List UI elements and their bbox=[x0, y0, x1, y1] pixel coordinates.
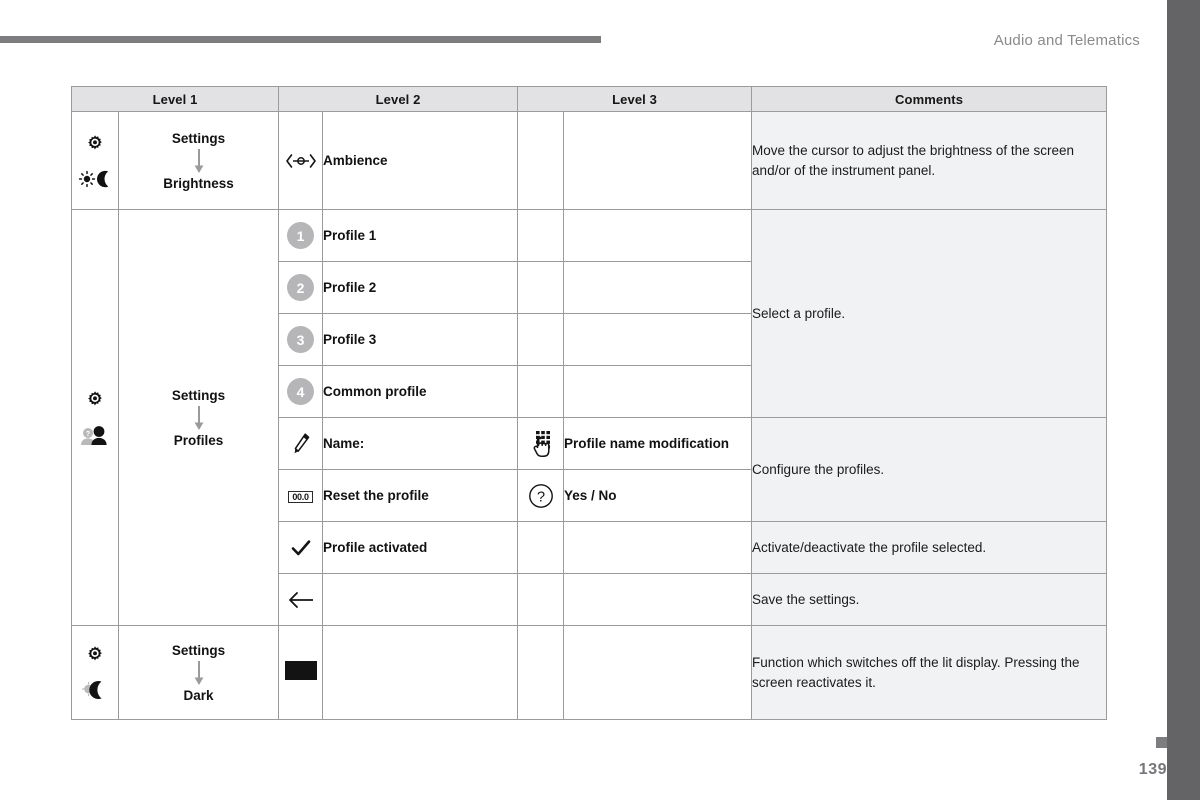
menu-step-dark: Dark bbox=[183, 687, 214, 703]
arrow-down-icon bbox=[192, 660, 206, 686]
level3-label-empty bbox=[563, 625, 753, 720]
header-title: Audio and Telematics bbox=[993, 32, 1140, 49]
header-row: Level 1 Level 2 Level 3 Comments bbox=[70, 86, 1108, 112]
level3-label-empty bbox=[563, 209, 753, 262]
level1-menu-path-brightness: Settings Brightness bbox=[117, 111, 280, 210]
pencil-icon bbox=[279, 432, 322, 456]
level2-icon-reset: 00.0 bbox=[278, 469, 324, 522]
level2-icon-profile-activated bbox=[278, 521, 324, 574]
level2-icon-profile-1: 1 bbox=[278, 209, 324, 262]
level1-icons-dark bbox=[71, 625, 119, 720]
menu-step-brightness: Brightness bbox=[163, 175, 234, 191]
level3-icon-empty bbox=[517, 521, 565, 574]
level3-icon-question: ? bbox=[517, 469, 565, 522]
level2-label-profile-2: Profile 2 bbox=[322, 261, 519, 314]
level2-label-name: Name: bbox=[322, 417, 519, 470]
menu-step-profiles: Profiles bbox=[173, 432, 224, 448]
comment-activate-deactivate: Activate/deactivate the profile selected… bbox=[751, 521, 1108, 574]
level3-icon-empty bbox=[517, 261, 565, 314]
level2-icon-profile-3: 3 bbox=[278, 313, 324, 366]
level3-label-profile-name-modification: Profile name modification bbox=[563, 417, 753, 470]
level2-label-empty bbox=[322, 625, 519, 720]
level3-icon-empty bbox=[517, 365, 565, 418]
column-header-level3: Level 3 bbox=[517, 86, 753, 112]
settings-reference-table: Level 1 Level 2 Level 3 Comments Setting… bbox=[70, 86, 1108, 720]
comment-select-profile: Select a profile. bbox=[751, 209, 1108, 418]
badge-3-icon: 3 bbox=[287, 326, 315, 353]
arrow-down-icon bbox=[192, 148, 206, 174]
header-rule bbox=[0, 36, 601, 43]
page-edge-bar bbox=[1167, 0, 1200, 800]
sun-moon-icon bbox=[78, 168, 112, 188]
column-header-comments: Comments bbox=[751, 86, 1108, 112]
back-arrow-icon bbox=[279, 589, 322, 611]
comment-brightness: Move the cursor to adjust the brightness… bbox=[751, 111, 1108, 210]
column-header-level1: Level 1 bbox=[70, 86, 280, 112]
svg-text:?: ? bbox=[86, 431, 90, 438]
svg-text:?: ? bbox=[536, 489, 544, 505]
menu-step-settings: Settings bbox=[171, 387, 226, 403]
level3-label-yes-no: Yes / No bbox=[563, 469, 753, 522]
badge-2-icon: 2 bbox=[287, 274, 315, 301]
level2-label-profile-1: Profile 1 bbox=[322, 209, 519, 262]
comment-configure-profiles: Configure the profiles. bbox=[751, 417, 1108, 522]
menu-step-settings: Settings bbox=[171, 130, 226, 146]
level3-icon-empty bbox=[517, 625, 565, 720]
badge-4-icon: 4 bbox=[287, 378, 315, 405]
level3-label-empty bbox=[563, 111, 753, 210]
keypad-hand-icon bbox=[518, 429, 563, 459]
level3-label-empty bbox=[563, 521, 753, 574]
level1-icons-brightness bbox=[71, 111, 119, 210]
comment-save-settings: Save the settings. bbox=[751, 573, 1108, 626]
profiles-person-icon: ? bbox=[79, 424, 111, 446]
cursor-adjust-icon bbox=[279, 152, 322, 170]
column-header-level2: Level 2 bbox=[278, 86, 519, 112]
gear-icon bbox=[85, 390, 105, 410]
table-row: Settings Dark Function which switches of… bbox=[71, 625, 1108, 720]
level2-icon-common-profile: 4 bbox=[278, 365, 324, 418]
level3-icon-empty bbox=[517, 111, 565, 210]
level3-icon-empty bbox=[517, 313, 565, 366]
arrow-down-icon bbox=[192, 405, 206, 431]
level2-icon-back bbox=[278, 573, 324, 626]
moon-icon bbox=[81, 679, 109, 701]
level3-icon-keypad bbox=[517, 417, 565, 470]
check-icon bbox=[279, 538, 322, 558]
level3-label-empty bbox=[563, 573, 753, 626]
level3-icon-empty bbox=[517, 573, 565, 626]
menu-step-settings: Settings bbox=[171, 642, 226, 658]
level2-label-common-profile: Common profile bbox=[322, 365, 519, 418]
level3-label-empty bbox=[563, 313, 753, 366]
table-row: ? Settings Profiles 1 Profile 1 Select a… bbox=[71, 209, 1108, 626]
level2-icon-profile-2: 2 bbox=[278, 261, 324, 314]
level2-icon-ambience bbox=[278, 111, 324, 210]
level2-icon-dark-screen bbox=[278, 625, 324, 720]
level2-label-empty bbox=[322, 573, 519, 626]
table-row: Settings Brightness Ambience Move the cu… bbox=[71, 111, 1108, 210]
level1-menu-path-profiles: Settings Profiles bbox=[117, 209, 280, 626]
level3-label-empty bbox=[563, 365, 753, 418]
level2-label-ambience: Ambience bbox=[322, 111, 519, 210]
table-body: Settings Brightness Ambience Move the cu… bbox=[71, 111, 1108, 720]
page-marker-square bbox=[1156, 737, 1167, 748]
level2-icon-name bbox=[278, 417, 324, 470]
badge-1-icon: 1 bbox=[287, 222, 315, 249]
page-number: 139 bbox=[1138, 761, 1167, 778]
level2-label-profile-activated: Profile activated bbox=[322, 521, 519, 574]
black-screen-icon bbox=[284, 660, 317, 680]
level2-label-reset-profile: Reset the profile bbox=[322, 469, 519, 522]
level3-icon-empty bbox=[517, 209, 565, 262]
level2-label-profile-3: Profile 3 bbox=[322, 313, 519, 366]
level1-icons-profiles: ? bbox=[71, 209, 119, 626]
table-header: Level 1 Level 2 Level 3 Comments bbox=[70, 86, 1108, 112]
level3-label-empty bbox=[563, 261, 753, 314]
question-circle-icon: ? bbox=[518, 483, 563, 509]
reset-00-icon: 00.0 bbox=[288, 490, 313, 503]
gear-icon bbox=[85, 134, 105, 154]
comment-dark-mode: Function which switches off the lit disp… bbox=[751, 625, 1108, 720]
gear-icon bbox=[85, 645, 105, 665]
level1-menu-path-dark: Settings Dark bbox=[117, 625, 280, 720]
